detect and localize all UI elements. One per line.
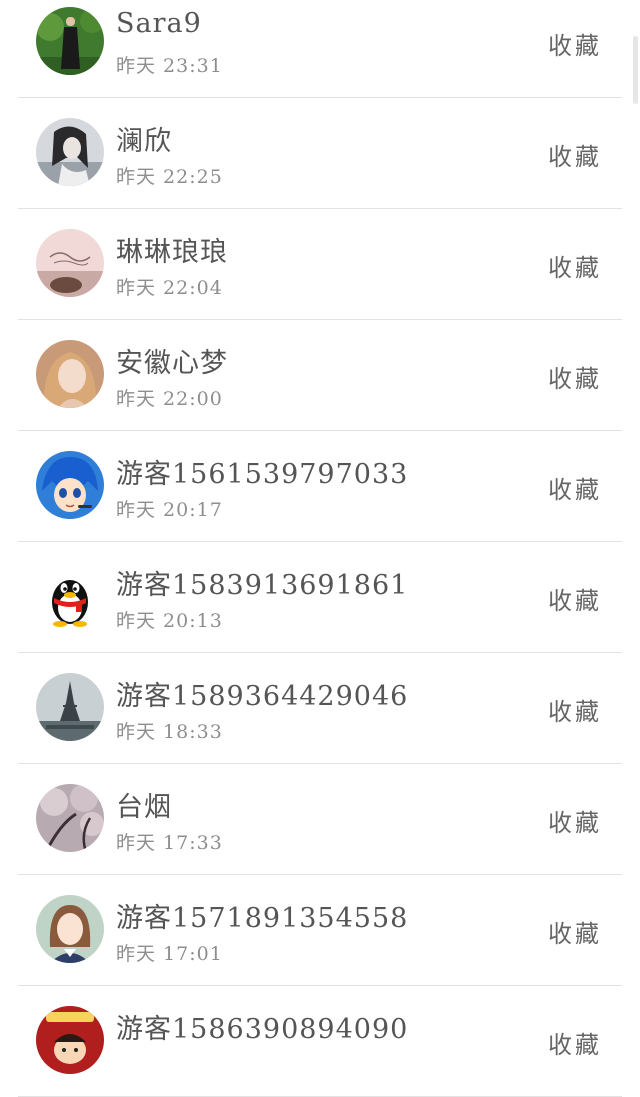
contact-time: 昨天 17:33 [116,832,223,854]
red-cartoon-avatar[interactable] [36,1006,104,1074]
favorite-button[interactable]: 收藏 [548,581,602,616]
contact-name: 游客1583913691861 [116,570,409,601]
contact-time: 昨天 18:33 [116,721,223,743]
favorite-button[interactable]: 收藏 [548,914,602,949]
favorite-button[interactable]: 收藏 [548,692,602,727]
contact-time: 昨天 22:25 [116,166,223,188]
contact-name: 游客1586390894090 [116,1014,409,1045]
list-item[interactable]: 游客1583913691861 昨天 20:13 收藏 [0,542,640,653]
contact-name: 台烟 [116,792,172,823]
qq-penguin-avatar[interactable] [36,562,104,630]
contact-time: 昨天 20:17 [116,499,223,521]
blue-hair-anime-avatar[interactable] [36,451,104,519]
woman-in-garden-avatar[interactable] [36,7,104,75]
girl-in-uniform-avatar[interactable] [36,895,104,963]
blonde-woman-avatar[interactable] [36,340,104,408]
list-item[interactable]: 安徽心梦 昨天 22:00 收藏 [0,320,640,431]
contact-name: Sara9 [116,8,202,39]
contact-time: 昨天 22:04 [116,277,223,299]
cherry-blossom-avatar[interactable] [36,784,104,852]
list-item[interactable]: 游客1586390894090 收藏 [0,986,640,1097]
list-item[interactable]: 游客1589364429046 昨天 18:33 收藏 [0,653,640,764]
contact-name: 琳琳琅琅 [116,237,228,268]
list-item[interactable]: 澜欣 昨天 22:25 收藏 [0,98,640,209]
contact-time: 昨天 22:00 [116,388,223,410]
favorite-button[interactable]: 收藏 [548,803,602,838]
eiffel-tower-avatar[interactable] [36,673,104,741]
contact-name: 游客1561539797033 [116,459,409,490]
favorite-button[interactable]: 收藏 [548,137,602,172]
favorite-button[interactable]: 收藏 [548,248,602,283]
contact-time: 昨天 17:01 [116,943,223,965]
list-item[interactable]: 游客1571891354558 昨天 17:01 收藏 [0,875,640,986]
favorite-button[interactable]: 收藏 [548,359,602,394]
scrollbar[interactable] [633,36,638,104]
favorite-button[interactable]: 收藏 [548,1025,602,1060]
list-item[interactable]: 琳琳琅琅 昨天 22:04 收藏 [0,209,640,320]
contact-time: 昨天 23:31 [116,55,223,77]
list-item[interactable]: 台烟 昨天 17:33 收藏 [0,764,640,875]
contact-list: Sara9 昨天 23:31 收藏 澜欣 昨天 22:25 收藏 琳琳琅琅 昨天… [0,0,640,1097]
pink-special-text-avatar[interactable] [36,229,104,297]
contact-name: 游客1571891354558 [116,903,409,934]
list-item[interactable]: 游客1561539797033 昨天 20:17 收藏 [0,431,640,542]
grayscale-girl-avatar[interactable] [36,118,104,186]
contact-name: 澜欣 [116,126,172,157]
contact-name: 游客1589364429046 [116,681,409,712]
favorite-button[interactable]: 收藏 [548,470,602,505]
contact-time: 昨天 20:13 [116,610,223,632]
favorite-button[interactable]: 收藏 [548,26,602,61]
list-item[interactable]: Sara9 昨天 23:31 收藏 [0,0,640,98]
contact-name: 安徽心梦 [116,348,228,379]
